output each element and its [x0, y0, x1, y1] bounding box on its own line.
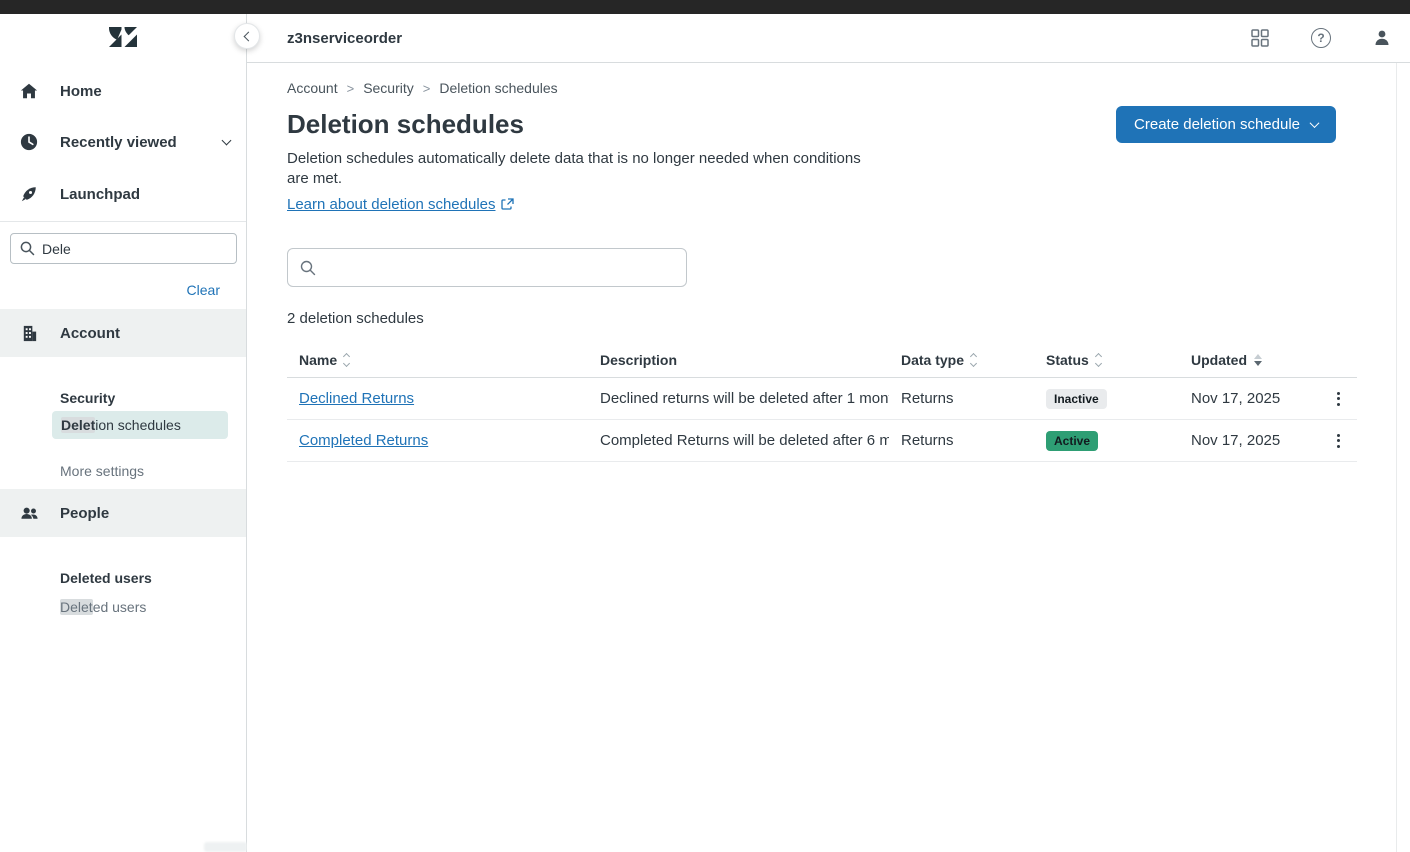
sidebar-divider	[0, 221, 246, 222]
overflow-menu-icon[interactable]	[1337, 392, 1340, 406]
sidebar-search-input[interactable]	[42, 235, 232, 262]
status-badge: Inactive	[1046, 389, 1107, 409]
search-match-highlight: Delet	[60, 599, 93, 615]
deletion-schedules-table: Name Description Data type Status	[287, 343, 1357, 462]
schedule-updated: Nov 17, 2025	[1179, 390, 1319, 407]
breadcrumb: Account > Security > Deletion schedules	[287, 80, 1358, 96]
building-icon	[20, 324, 39, 343]
breadcrumb-security[interactable]: Security	[363, 80, 414, 96]
sort-desc-icon	[1254, 354, 1262, 366]
sidebar-section-people[interactable]: People	[0, 489, 246, 537]
schedule-description: Completed Returns will be deleted after …	[588, 432, 889, 449]
status-badge: Active	[1046, 431, 1098, 451]
chevron-down-icon	[222, 136, 232, 146]
clock-icon	[20, 133, 38, 151]
people-icon	[20, 504, 39, 523]
sidebar-item-recently-viewed[interactable]: Recently viewed	[0, 128, 246, 156]
sidebar-item-launchpad[interactable]: Launchpad	[0, 180, 246, 208]
zendesk-logo	[107, 25, 139, 51]
sidebar-item-home[interactable]: Home	[0, 77, 246, 105]
search-icon	[20, 241, 35, 256]
search-match-highlight: Delet	[61, 417, 95, 433]
page-content: Account > Security > Deletion schedules …	[247, 63, 1410, 462]
partially-scrolled-item	[204, 842, 247, 852]
column-header-description: Description	[588, 352, 889, 368]
column-header-updated[interactable]: Updated	[1179, 352, 1319, 368]
schedule-name-link[interactable]: Completed Returns	[299, 432, 428, 449]
breadcrumb-account[interactable]: Account	[287, 80, 338, 96]
chevron-down-icon	[1310, 118, 1320, 128]
top-dark-bar	[0, 0, 1410, 14]
table-header-row: Name Description Data type Status	[287, 343, 1357, 378]
sidebar-item-deletion-schedules[interactable]: Deletion schedules	[52, 411, 228, 439]
sidebar-item-label: Recently viewed	[60, 134, 177, 151]
overflow-menu-icon[interactable]	[1337, 434, 1340, 448]
sidebar-item-more-settings[interactable]: More settings	[60, 463, 144, 479]
breadcrumb-separator: >	[347, 81, 355, 96]
collapse-sidebar-button[interactable]	[234, 23, 260, 49]
sidebar-search-box	[10, 233, 237, 264]
account-name: z3nserviceorder	[287, 30, 402, 47]
sidebar: Home Recently viewed Launchpad	[0, 14, 247, 852]
rocket-icon	[20, 185, 38, 203]
help-icon[interactable]	[1311, 28, 1331, 48]
sidebar-section-label: People	[60, 505, 109, 522]
search-icon	[300, 260, 316, 276]
main-header: z3nserviceorder	[247, 14, 1410, 63]
schedule-description: Declined returns will be deleted after 1…	[588, 390, 889, 407]
sidebar-section-account[interactable]: Account	[0, 309, 246, 357]
learn-link[interactable]: Learn about deletion schedules	[287, 196, 496, 213]
table-search-box	[287, 248, 687, 287]
breadcrumb-current: Deletion schedules	[439, 80, 557, 96]
sidebar-item-label: Home	[60, 83, 102, 100]
table-row: Declined Returns Declined returns will b…	[287, 378, 1357, 420]
create-deletion-schedule-button[interactable]: Create deletion schedule	[1116, 106, 1336, 143]
sort-icon	[344, 354, 349, 366]
sort-icon	[971, 354, 976, 366]
page-description: Deletion schedules automatically delete …	[287, 149, 872, 189]
external-link-icon	[501, 198, 514, 211]
profile-icon[interactable]	[1373, 29, 1391, 47]
schedule-data-type: Returns	[889, 432, 1034, 449]
sidebar-item-deleted-users[interactable]: Deleted users	[60, 599, 146, 615]
grid-icon[interactable]	[1251, 29, 1269, 47]
schedule-name-link[interactable]: Declined Returns	[299, 390, 414, 407]
schedule-data-type: Returns	[889, 390, 1034, 407]
home-icon	[20, 82, 38, 100]
sidebar-section-label: Account	[60, 325, 120, 342]
sidebar-item-label: Launchpad	[60, 186, 140, 203]
column-header-name[interactable]: Name	[287, 352, 588, 368]
table-row: Completed Returns Completed Returns will…	[287, 420, 1357, 462]
sidebar-group-deleted-users: Deleted users	[60, 570, 152, 586]
sidebar-group-security: Security	[60, 390, 115, 406]
schedule-updated: Nov 17, 2025	[1179, 432, 1319, 449]
sort-icon	[1096, 354, 1101, 366]
table-search-input[interactable]	[326, 250, 676, 285]
breadcrumb-separator: >	[423, 81, 431, 96]
result-count: 2 deletion schedules	[287, 310, 1358, 327]
column-header-status[interactable]: Status	[1034, 352, 1179, 368]
clear-search-button[interactable]: Clear	[187, 282, 220, 298]
column-header-data-type[interactable]: Data type	[889, 352, 1034, 368]
main-area: z3nserviceorder	[247, 14, 1410, 852]
